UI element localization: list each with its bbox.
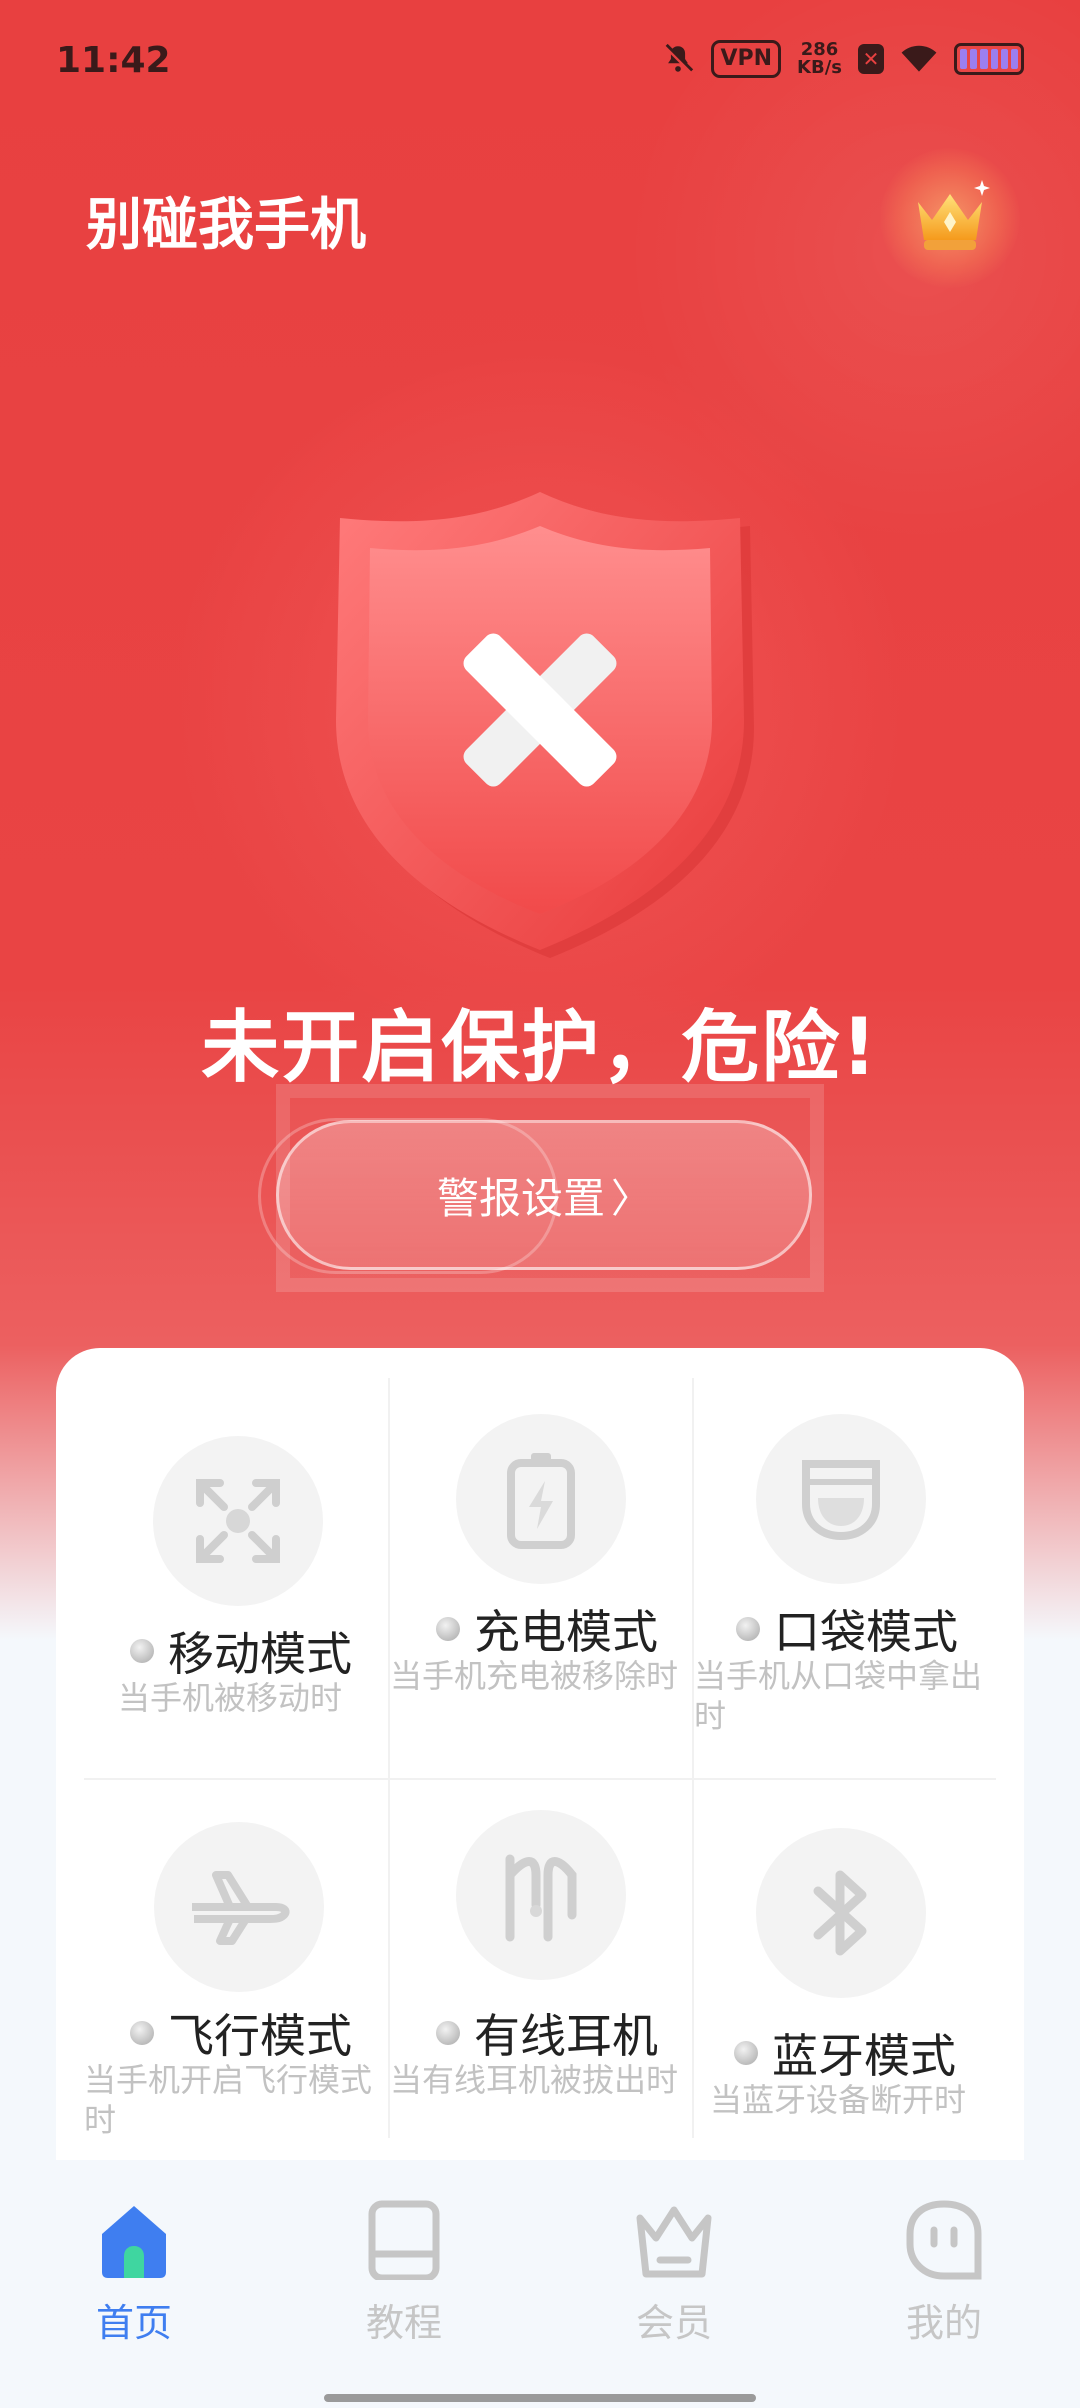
status-time: 11:42 (56, 40, 171, 81)
mode-description: 当有线耳机被拔出时 (390, 2061, 679, 2099)
alarm-settings-button[interactable]: 警报设置 〉 (276, 1120, 812, 1270)
mode-title: 口袋模式 (736, 1596, 958, 1662)
nav-label: 首页 (95, 2301, 172, 2345)
wired-earphone-icon (456, 1810, 626, 1980)
chevron-right-icon: 〉 (611, 1176, 651, 1222)
profile-face-icon (906, 2200, 982, 2280)
nav-label: 教程 (365, 2301, 442, 2345)
no-sim-icon: ✕ (858, 44, 884, 74)
mode-wired-earphone[interactable]: 有线耳机 当有线耳机被拔出时 (390, 1780, 692, 2170)
mode-title: 蓝牙模式 (734, 2020, 956, 2086)
protection-status-text: 未开启保护，危险! (201, 1003, 879, 1093)
mode-charging[interactable]: 充电模式 当手机充电被移除时 (390, 1348, 692, 1778)
home-indicator[interactable] (324, 2394, 756, 2402)
mute-bell-icon (664, 43, 694, 74)
mode-toggle-dot[interactable] (130, 2021, 154, 2045)
wifi-icon (901, 45, 937, 72)
bottom-nav: 首页 教程 会员 我的 (0, 2160, 1080, 2408)
app-title: 别碰我手机 (86, 193, 366, 258)
vip-crown-button[interactable] (880, 148, 1020, 288)
nav-tutorial[interactable]: 教程 (314, 2200, 494, 2347)
nav-profile[interactable]: 我的 (854, 2200, 1034, 2347)
mode-title: 有线耳机 (436, 2000, 658, 2066)
status-icons: VPN 286 KB/s ✕ (661, 40, 1024, 78)
nav-home[interactable]: 首页 (44, 2200, 224, 2347)
shield-x-icon (336, 492, 754, 958)
mode-move[interactable]: 移动模式 当手机被移动时 (56, 1348, 386, 1778)
mode-toggle-dot[interactable] (734, 2041, 758, 2065)
mode-toggle-dot[interactable] (130, 1639, 154, 1663)
status-bar: 11:42 VPN 286 KB/s ✕ (0, 0, 1080, 120)
bluetooth-icon (756, 1828, 926, 1998)
book-icon (368, 2200, 440, 2282)
crown-icon (918, 180, 990, 250)
mode-description: 当蓝牙设备断开时 (710, 2081, 967, 2119)
move-arrows-icon (153, 1436, 323, 1606)
mode-title: 移动模式 (130, 1618, 352, 1684)
mode-description: 当手机充电被移除时 (390, 1657, 679, 1695)
home-icon (102, 2206, 166, 2278)
mode-toggle-dot[interactable] (436, 1617, 460, 1641)
network-speed: 286 KB/s (797, 41, 842, 77)
mode-bluetooth[interactable]: 蓝牙模式 当蓝牙设备断开时 (694, 1780, 1024, 2170)
mode-toggle-dot[interactable] (436, 2021, 460, 2045)
mode-pocket[interactable]: 口袋模式 当手机从口袋中拿出时 (694, 1348, 1024, 1778)
mode-grid-card: 移动模式 当手机被移动时 充电模式 当手机充电被移除时 口袋模式 当手机从口袋中… (56, 1348, 1024, 2168)
battery-charge-icon (456, 1414, 626, 1584)
nav-label: 会员 (635, 2301, 712, 2345)
nav-vip[interactable]: 会员 (584, 2200, 764, 2347)
pocket-icon (756, 1414, 926, 1584)
airplane-icon (154, 1822, 324, 1992)
battery-icon (954, 43, 1024, 75)
vpn-badge: VPN (711, 40, 782, 78)
mode-airplane[interactable]: 飞行模式 当手机开启飞行模式时 (56, 1780, 386, 2170)
mode-toggle-dot[interactable] (736, 1617, 760, 1641)
mode-description: 当手机开启飞行模式时 (84, 2061, 373, 2139)
network-speed-unit: KB/s (797, 57, 842, 78)
mode-description: 当手机从口袋中拿出时 (694, 1657, 983, 1735)
mode-description: 当手机被移动时 (118, 1679, 343, 1717)
mode-title: 飞行模式 (130, 2000, 352, 2066)
alarm-settings-label: 警报设置 (436, 1173, 605, 1223)
mode-title: 充电模式 (436, 1596, 658, 1662)
nav-label: 我的 (905, 2301, 982, 2345)
crown-outline-icon (636, 2206, 712, 2278)
